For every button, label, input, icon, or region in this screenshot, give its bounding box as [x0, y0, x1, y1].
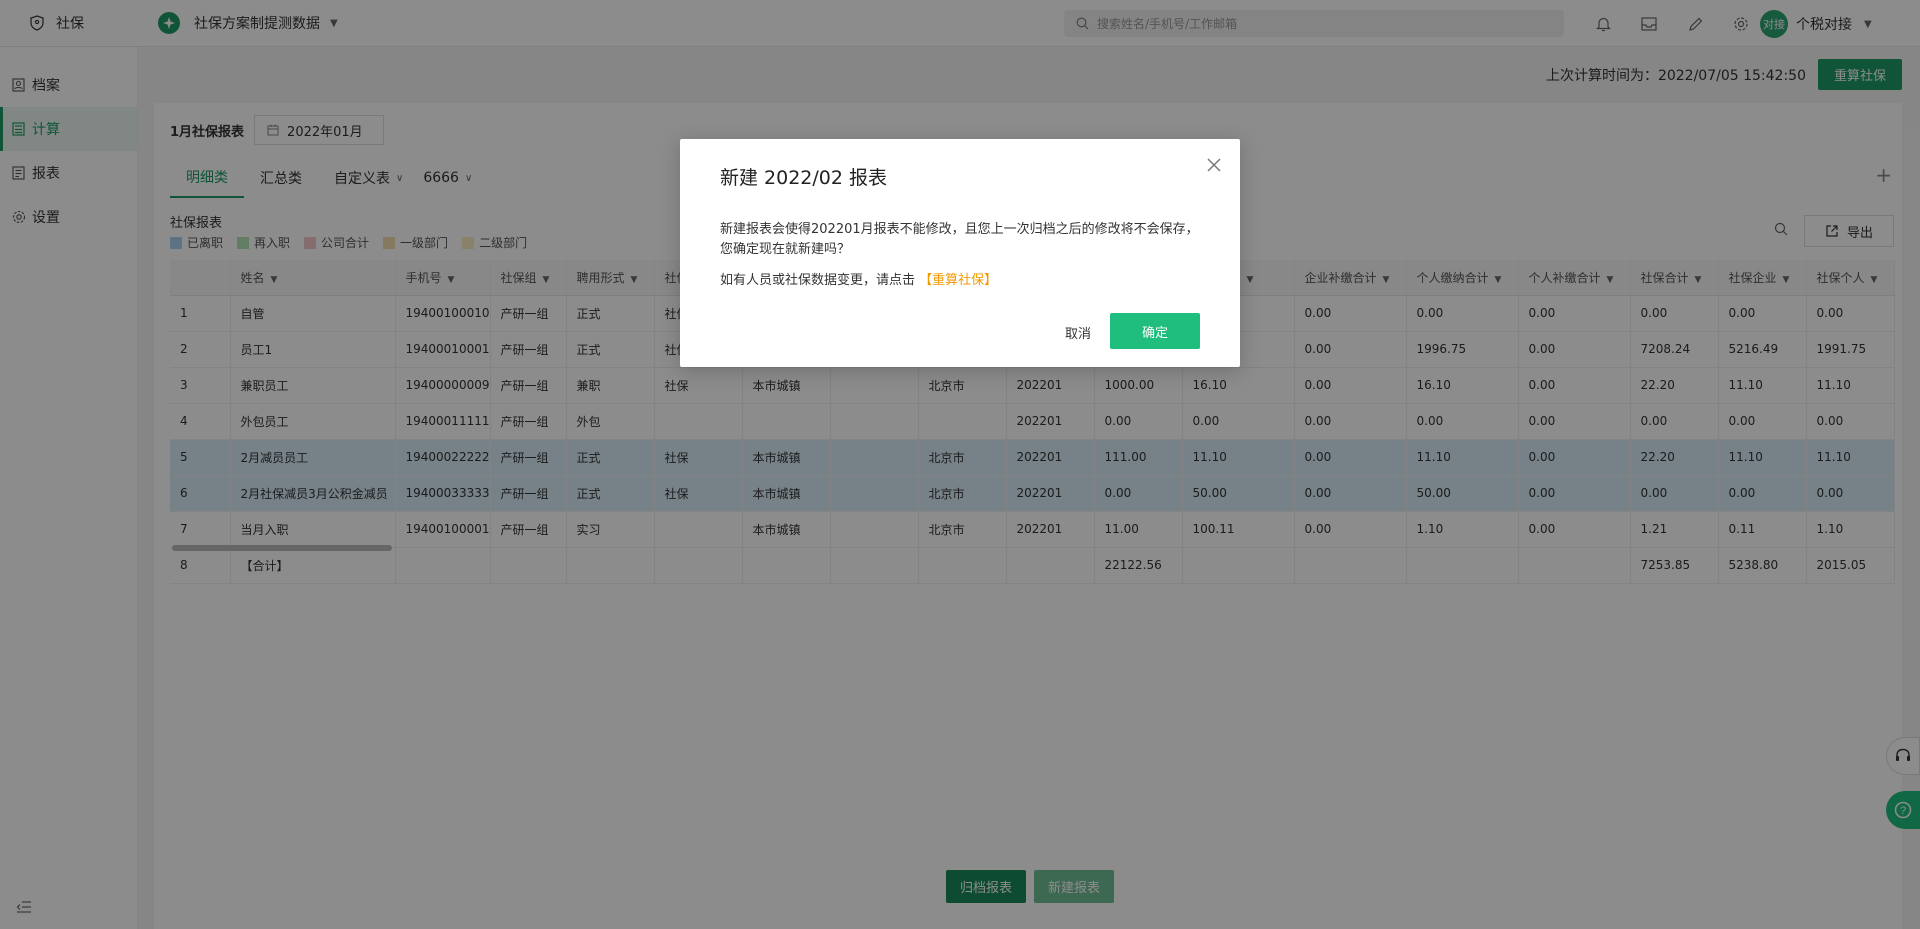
confirm-button[interactable]: 确定 — [1110, 313, 1200, 349]
dialog-message: 新建报表会使得202201月报表不能修改，且您上一次归档之后的修改将不会保存，您… — [720, 222, 1199, 257]
new-report-dialog: 新建 2022/02 报表 新建报表会使得202201月报表不能修改，且您上一次… — [680, 139, 1240, 367]
cancel-button[interactable]: 取消 — [1042, 314, 1114, 350]
dialog-hint-text: 如有人员或社保数据变更，请点击 — [720, 273, 916, 288]
recalc-link[interactable]: 【重算社保】 — [919, 273, 997, 288]
dialog-hint: 如有人员或社保数据变更，请点击 【重算社保】 — [720, 269, 997, 288]
dialog-title: 新建 2022/02 报表 — [720, 167, 888, 189]
close-icon[interactable] — [1206, 157, 1222, 173]
